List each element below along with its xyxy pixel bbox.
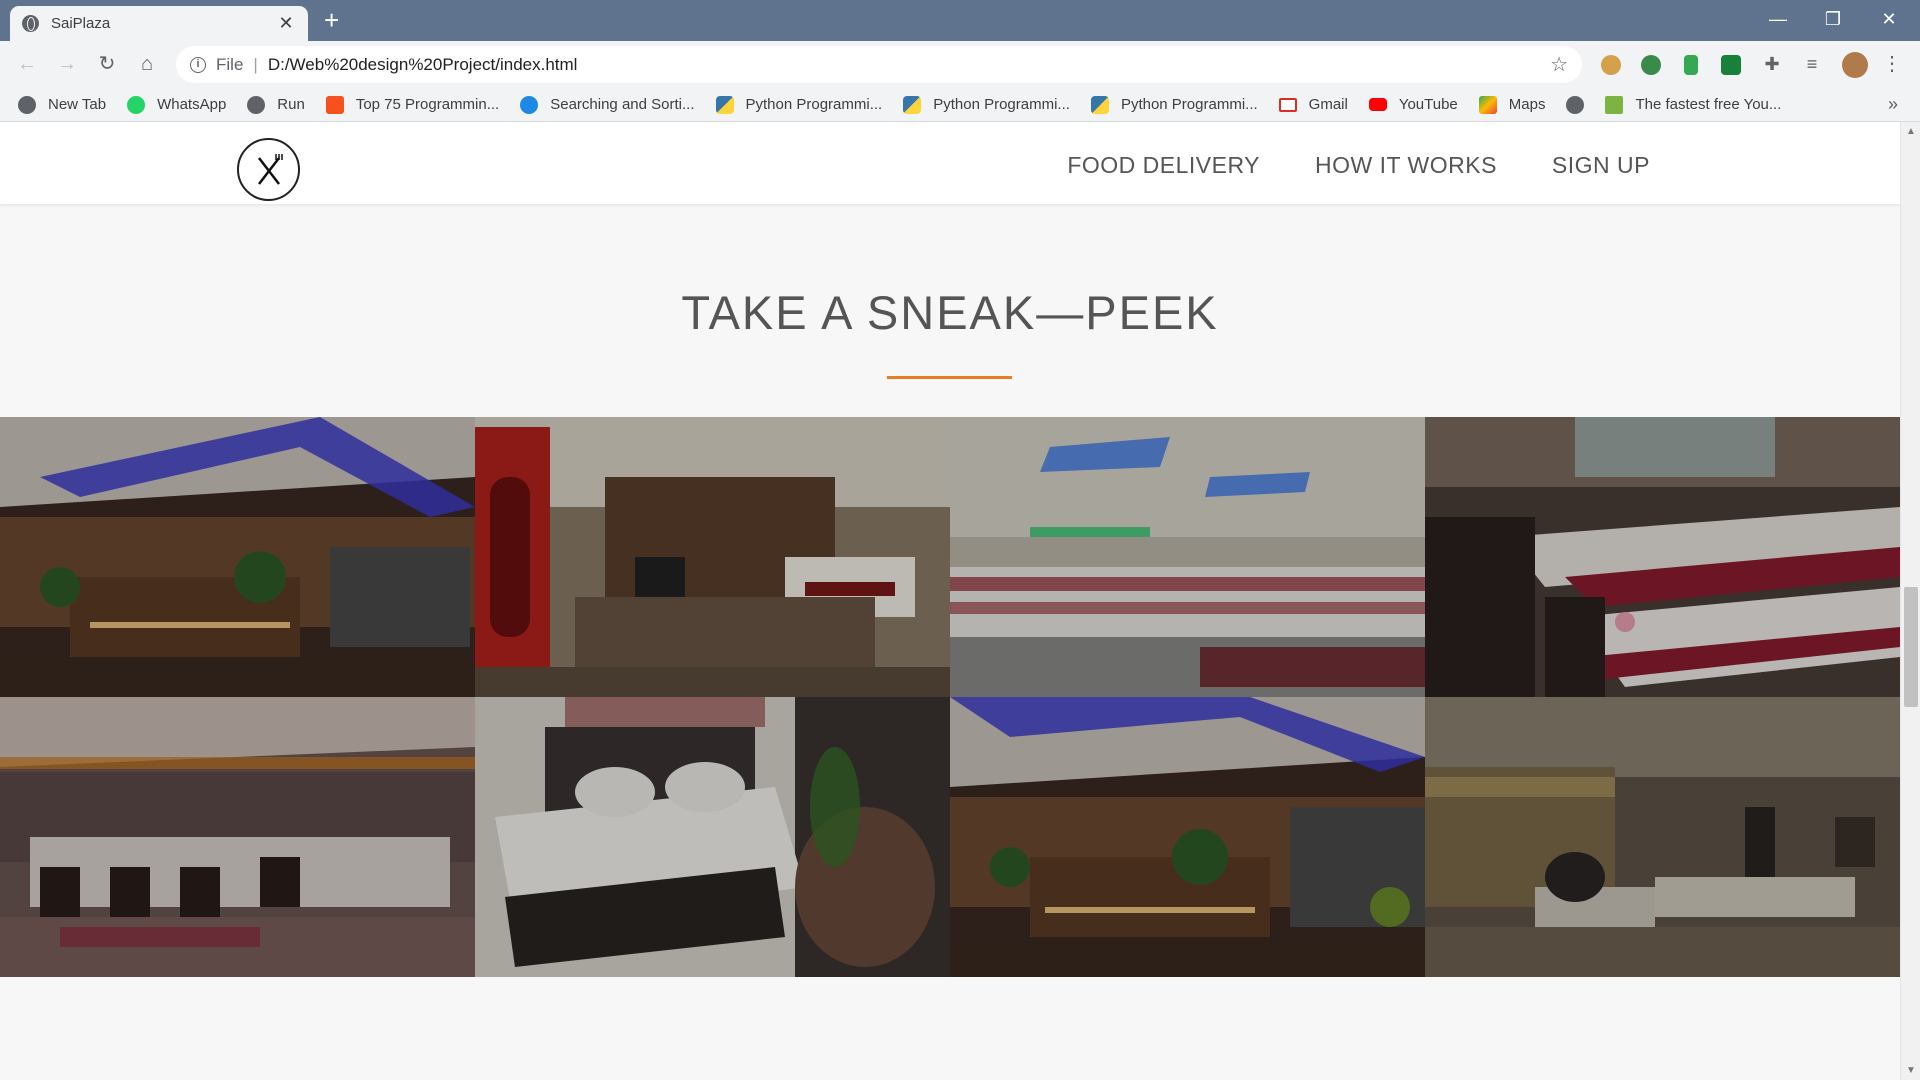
title-underline xyxy=(887,376,1012,379)
scroll-up-icon[interactable]: ▲ xyxy=(1901,126,1920,137)
bookmark-label: The fastest free You... xyxy=(1635,96,1782,113)
bookmark-run[interactable]: Run xyxy=(247,95,305,114)
bookmark-label: Python Programmi... xyxy=(745,96,883,113)
bookmark-label: Python Programmi... xyxy=(933,96,1070,113)
reading-list-icon[interactable]: ≡ xyxy=(1797,49,1827,79)
bookmark-python-3[interactable]: Python Programmi... xyxy=(1090,95,1258,114)
globe-icon xyxy=(22,15,39,32)
avatar[interactable] xyxy=(1842,52,1868,78)
close-window-button[interactable]: ✕ xyxy=(1866,4,1912,34)
bookmark-fastest-free[interactable]: The fastest free You... xyxy=(1605,95,1782,114)
gmail-icon xyxy=(1278,97,1297,112)
bookmark-label: New Tab xyxy=(48,96,107,113)
bookmark-searching[interactable]: Searching and Sorti... xyxy=(520,95,695,114)
photo-gallery xyxy=(0,417,1900,977)
tab-title: SaiPlaza xyxy=(51,15,111,32)
more-bookmarks-icon[interactable]: » xyxy=(1888,94,1898,115)
globe-icon xyxy=(18,95,36,114)
puzzle-extensions-icon[interactable]: ✚ xyxy=(1757,49,1787,79)
nav-sign-up[interactable]: SIGN UP xyxy=(1552,152,1650,179)
browser-toolbar: ← → ↻ ⌂ i File | D:/Web%20design%20Proje… xyxy=(0,41,1920,88)
bookmark-python-2[interactable]: Python Programmi... xyxy=(903,95,1070,114)
browser-tab[interactable]: SaiPlaza ✕ xyxy=(10,6,308,41)
page-scrollbar[interactable]: ▲ ▼ xyxy=(1900,122,1920,1080)
cookie-extension-icon[interactable] xyxy=(1601,55,1621,75)
page-viewport: FOOD DELIVERY HOW IT WORKS SIGN UP TAKE … xyxy=(0,122,1920,1080)
bookmark-maps[interactable]: Maps xyxy=(1478,95,1546,114)
gallery-photo-banquet-hall[interactable] xyxy=(950,417,1425,697)
bookmark-label: Gmail xyxy=(1308,96,1348,113)
globe-icon xyxy=(247,95,266,114)
site-nav-links: FOOD DELIVERY HOW IT WORKS SIGN UP xyxy=(1067,152,1650,179)
address-bar[interactable]: i File | D:/Web%20design%20Project/index… xyxy=(176,46,1582,83)
bookmark-label: Searching and Sorti... xyxy=(550,96,695,113)
gallery-photo-reception-2[interactable] xyxy=(950,697,1425,977)
close-tab-icon[interactable]: ✕ xyxy=(276,13,296,34)
bookmark-gmail[interactable]: Gmail xyxy=(1278,96,1348,113)
url-scheme: File xyxy=(216,54,244,74)
bookmark-whatsapp[interactable]: WhatsApp xyxy=(127,95,227,114)
section-title: TAKE A SNEAK—PEEK xyxy=(681,286,1219,339)
nav-how-it-works[interactable]: HOW IT WORKS xyxy=(1315,152,1497,179)
bookmark-top75[interactable]: Top 75 Programmin... xyxy=(325,95,500,114)
python-icon xyxy=(1090,95,1109,114)
bookmark-python-1[interactable]: Python Programmi... xyxy=(715,95,883,114)
scrollbar-thumb[interactable] xyxy=(1904,587,1918,707)
gallery-photo-dining-room[interactable] xyxy=(1425,697,1900,977)
python-icon xyxy=(903,95,922,114)
docs-extension-icon[interactable] xyxy=(1684,55,1698,75)
forward-arrow-icon[interactable]: → xyxy=(52,49,82,79)
bookmark-label: WhatsApp xyxy=(157,96,227,113)
blogger-icon xyxy=(325,95,344,114)
gallery-photo-reception[interactable] xyxy=(0,417,475,697)
globe-icon xyxy=(1566,95,1585,114)
url-separator: | xyxy=(253,54,258,74)
nav-food-delivery[interactable]: FOOD DELIVERY xyxy=(1067,152,1260,179)
reload-icon[interactable]: ↻ xyxy=(92,49,122,79)
globe-extension-icon[interactable] xyxy=(1641,55,1661,75)
browser-tab-bar: SaiPlaza ✕ + — ❐ ✕ xyxy=(0,0,1920,41)
home-icon[interactable]: ⌂ xyxy=(132,49,162,79)
minimize-button[interactable]: — xyxy=(1755,4,1801,34)
gallery-photo-restaurant-hall[interactable] xyxy=(0,697,475,977)
maps-icon xyxy=(1478,95,1497,114)
sheets-extension-icon[interactable] xyxy=(1721,55,1741,75)
whatsapp-icon xyxy=(127,95,146,114)
bookmark-youtube[interactable]: YouTube xyxy=(1368,96,1458,113)
restore-button[interactable]: ❐ xyxy=(1810,4,1856,34)
fork-knife-icon xyxy=(257,153,283,185)
back-arrow-icon[interactable]: ← xyxy=(12,49,42,79)
bookmarks-bar: New Tab WhatsApp Run Top 75 Programmin..… xyxy=(0,88,1920,122)
bookmark-star-icon[interactable]: ☆ xyxy=(1550,52,1568,77)
bookmark-label: Python Programmi... xyxy=(1120,96,1258,113)
bookmark-globe[interactable] xyxy=(1566,95,1585,114)
bookmark-label: YouTube xyxy=(1398,96,1458,113)
sai-plaza-logo[interactable] xyxy=(237,138,300,201)
youtube-icon xyxy=(1368,98,1387,111)
info-icon[interactable]: i xyxy=(190,56,206,73)
bookmark-label: Run xyxy=(277,96,305,113)
bookmark-new-tab[interactable]: New Tab xyxy=(18,95,107,114)
scroll-down-icon[interactable]: ▼ xyxy=(1901,1065,1920,1076)
site-icon xyxy=(520,95,539,114)
bookmark-label: Top 75 Programmin... xyxy=(355,96,500,113)
download-arrow-icon xyxy=(1605,95,1624,114)
new-tab-button[interactable]: + xyxy=(324,6,339,34)
site-navbar: FOOD DELIVERY HOW IT WORKS SIGN UP xyxy=(0,122,1900,204)
gallery-photo-counter[interactable] xyxy=(475,417,950,697)
gallery-photo-hotel-room[interactable] xyxy=(475,697,950,977)
menu-kebab-icon[interactable]: ⋮ xyxy=(1877,49,1907,79)
bookmark-label: Maps xyxy=(1508,96,1546,113)
python-icon xyxy=(715,95,734,114)
gallery-photo-dining-tables[interactable] xyxy=(1425,417,1900,697)
url-text[interactable]: D:/Web%20design%20Project/index.html xyxy=(268,55,1550,75)
